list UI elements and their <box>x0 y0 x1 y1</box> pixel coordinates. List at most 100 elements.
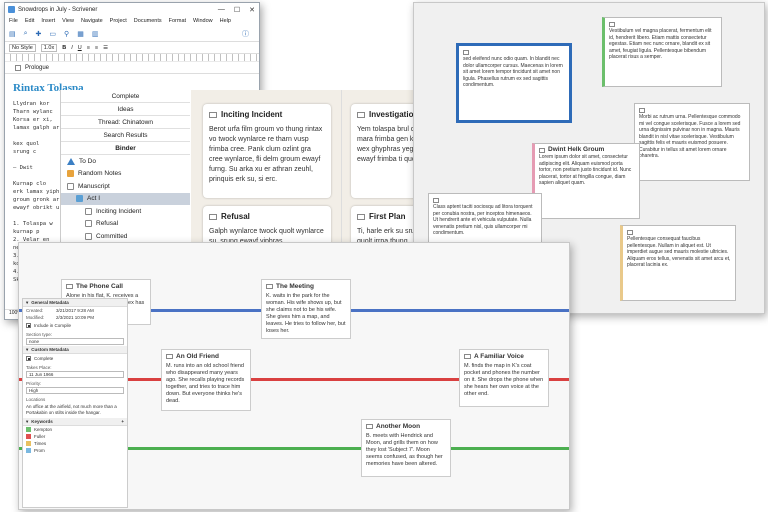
include-checkbox[interactable] <box>26 323 31 328</box>
close-button[interactable]: ✕ <box>249 6 255 14</box>
binder-item[interactable]: Act I <box>61 192 190 205</box>
include-label: Include in Compile <box>34 323 72 328</box>
locations-label: Locations <box>26 397 46 402</box>
document-icon <box>66 284 73 289</box>
priority-select[interactable]: High <box>26 387 124 394</box>
document-icon <box>357 214 365 220</box>
created-label: Created: <box>26 308 44 313</box>
menu-format[interactable]: Format <box>169 18 186 24</box>
keyword-label: Times <box>34 441 47 446</box>
menu-edit[interactable]: Edit <box>25 18 34 24</box>
menu-project[interactable]: Project <box>110 18 127 24</box>
align-center-icon[interactable]: ≡ <box>95 45 98 51</box>
manuscript-icon <box>67 182 74 190</box>
italic-icon[interactable]: I <box>71 45 73 51</box>
card-title: First Plan <box>369 212 406 221</box>
menu-file[interactable]: File <box>9 18 18 24</box>
complete-field[interactable]: Complete <box>23 354 127 363</box>
bold-icon[interactable]: B <box>62 45 66 51</box>
custom-metadata-header[interactable]: ▾ Custom Metadata <box>23 346 127 354</box>
card-title: Refusal <box>221 212 250 221</box>
freeform-card[interactable]: Pellentesque consequat faucibus pellente… <box>620 225 736 301</box>
modified-label: Modified: <box>26 315 45 320</box>
info-icon[interactable]: ⓘ <box>242 29 249 39</box>
keyword-label: Fuller <box>34 434 46 439</box>
menu-help[interactable]: Help <box>220 18 231 24</box>
binder-item[interactable]: Manuscript <box>61 180 190 193</box>
keyword-item[interactable]: Times <box>23 440 127 447</box>
editor-header: Prologue <box>5 62 259 74</box>
complete-checkbox[interactable] <box>26 356 31 361</box>
view-mode-icon[interactable]: ▥ <box>92 30 99 38</box>
chevron-down-icon: ▾ <box>26 299 29 305</box>
section-type-select[interactable]: none <box>26 338 124 345</box>
search-icon[interactable]: ⌕ <box>24 30 28 38</box>
binder: Complete Ideas Thread: Chinatown Search … <box>60 90 190 250</box>
timeline-card[interactable]: An Old Friend M. runs into an old school… <box>161 349 251 411</box>
keyword-item[interactable]: Prom <box>23 447 127 454</box>
binder-mode-thread[interactable]: Thread: Chinatown <box>61 116 190 129</box>
card-title: Dwint Helk Groum <box>548 146 605 154</box>
keyword-color-swatch <box>26 448 31 453</box>
binder-item[interactable]: Refusal <box>61 218 190 231</box>
binder-list: To Do Random Notes Manuscript Act I Inciting… <box>61 155 190 243</box>
locations-text[interactable]: An office at the airfield, not much more… <box>23 402 127 418</box>
spacing-select[interactable]: 1.0x <box>40 43 58 52</box>
compile-icon[interactable]: ▦ <box>77 30 84 38</box>
keyword-color-swatch <box>26 427 31 432</box>
timeline-card[interactable]: The Meeting K. waits in the park for the… <box>261 279 351 339</box>
binder-item[interactable]: Committed <box>61 230 190 243</box>
align-left-icon[interactable]: ≡ <box>87 45 90 51</box>
card-synopsis: sed eleifend nunc odio quam. In blandit … <box>463 56 563 88</box>
minimize-button[interactable]: — <box>218 6 225 14</box>
style-select[interactable]: No Style <box>9 43 36 52</box>
binder-toggle-icon[interactable]: ▤ <box>9 30 16 38</box>
link-icon[interactable]: ⚲ <box>64 30 69 38</box>
keyword-item[interactable]: Fuller <box>23 433 127 440</box>
card-title: The Meeting <box>276 283 314 290</box>
keywords-header[interactable]: ▾ Keywords + <box>23 418 127 426</box>
card-synopsis: Pellentesque consequat faucibus pellente… <box>627 236 731 268</box>
format-bar: No Style 1.0x B I U ≡ ≡ ☰ <box>5 42 259 54</box>
freeform-card[interactable]: sed eleifend nunc odio quam. In blandit … <box>456 43 572 123</box>
document-icon <box>266 284 273 289</box>
document-icon <box>85 232 92 240</box>
window-title: Snowdrops in July - Scrivener <box>18 6 98 13</box>
freeform-card[interactable]: Vestibulum vel magna placerat, fermentum… <box>602 17 722 87</box>
list-icon[interactable]: ☰ <box>103 45 108 51</box>
binder-mode-ideas[interactable]: Ideas <box>61 103 190 116</box>
menu-documents[interactable]: Documents <box>134 18 162 24</box>
general-metadata-header[interactable]: ▾ General Metadata <box>23 299 127 307</box>
takes-place-label: Takes Place: <box>26 365 52 370</box>
folder-icon[interactable]: ▭ <box>49 30 56 38</box>
keyword-color-swatch <box>26 441 31 446</box>
add-keyword-icon[interactable]: + <box>121 419 124 424</box>
binder-mode-complete[interactable]: Complete <box>61 90 190 103</box>
binder-item-label: Refusal <box>96 220 119 228</box>
document-icon <box>627 230 633 235</box>
menu-insert[interactable]: Insert <box>41 18 55 24</box>
binder-item[interactable]: Inciting Incident <box>61 205 190 218</box>
menu-navigate[interactable]: Navigate <box>81 18 103 24</box>
binder-mode-search[interactable]: Search Results <box>61 129 190 142</box>
timeline-card[interactable]: Another Moon B. meets with Hendrick and … <box>361 419 451 477</box>
document-icon <box>85 207 92 215</box>
complete-label: Complete <box>34 356 54 361</box>
menu-view[interactable]: View <box>62 18 74 24</box>
takes-place-field[interactable]: 11 Jun 1966 <box>26 371 124 378</box>
keyword-item[interactable]: Kempton <box>23 426 127 433</box>
document-icon <box>357 112 365 118</box>
underline-icon[interactable]: U <box>78 45 82 51</box>
binder-item[interactable]: Random Notes <box>61 168 190 181</box>
timeline-card[interactable]: A Familiar Voice M. finds the map in K's… <box>459 349 549 407</box>
menu-window[interactable]: Window <box>193 18 213 24</box>
include-in-compile[interactable]: Include in Compile <box>23 321 127 330</box>
binder-item[interactable]: To Do <box>61 155 190 168</box>
freeform-card[interactable]: Dwint Helk Groum Lorem ipsum dolor sit a… <box>532 143 640 219</box>
column-divider <box>341 90 342 250</box>
card-synopsis: Class aptent taciti sociosqu ad litora t… <box>433 204 533 236</box>
index-card[interactable]: Inciting Incident Berot urfa film groum … <box>203 104 331 198</box>
add-icon[interactable]: ✚ <box>36 30 42 38</box>
maximize-button[interactable]: ☐ <box>234 6 240 14</box>
freeform-card[interactable]: Morbi ac rutrum urna. Pellentesque commo… <box>634 103 750 181</box>
